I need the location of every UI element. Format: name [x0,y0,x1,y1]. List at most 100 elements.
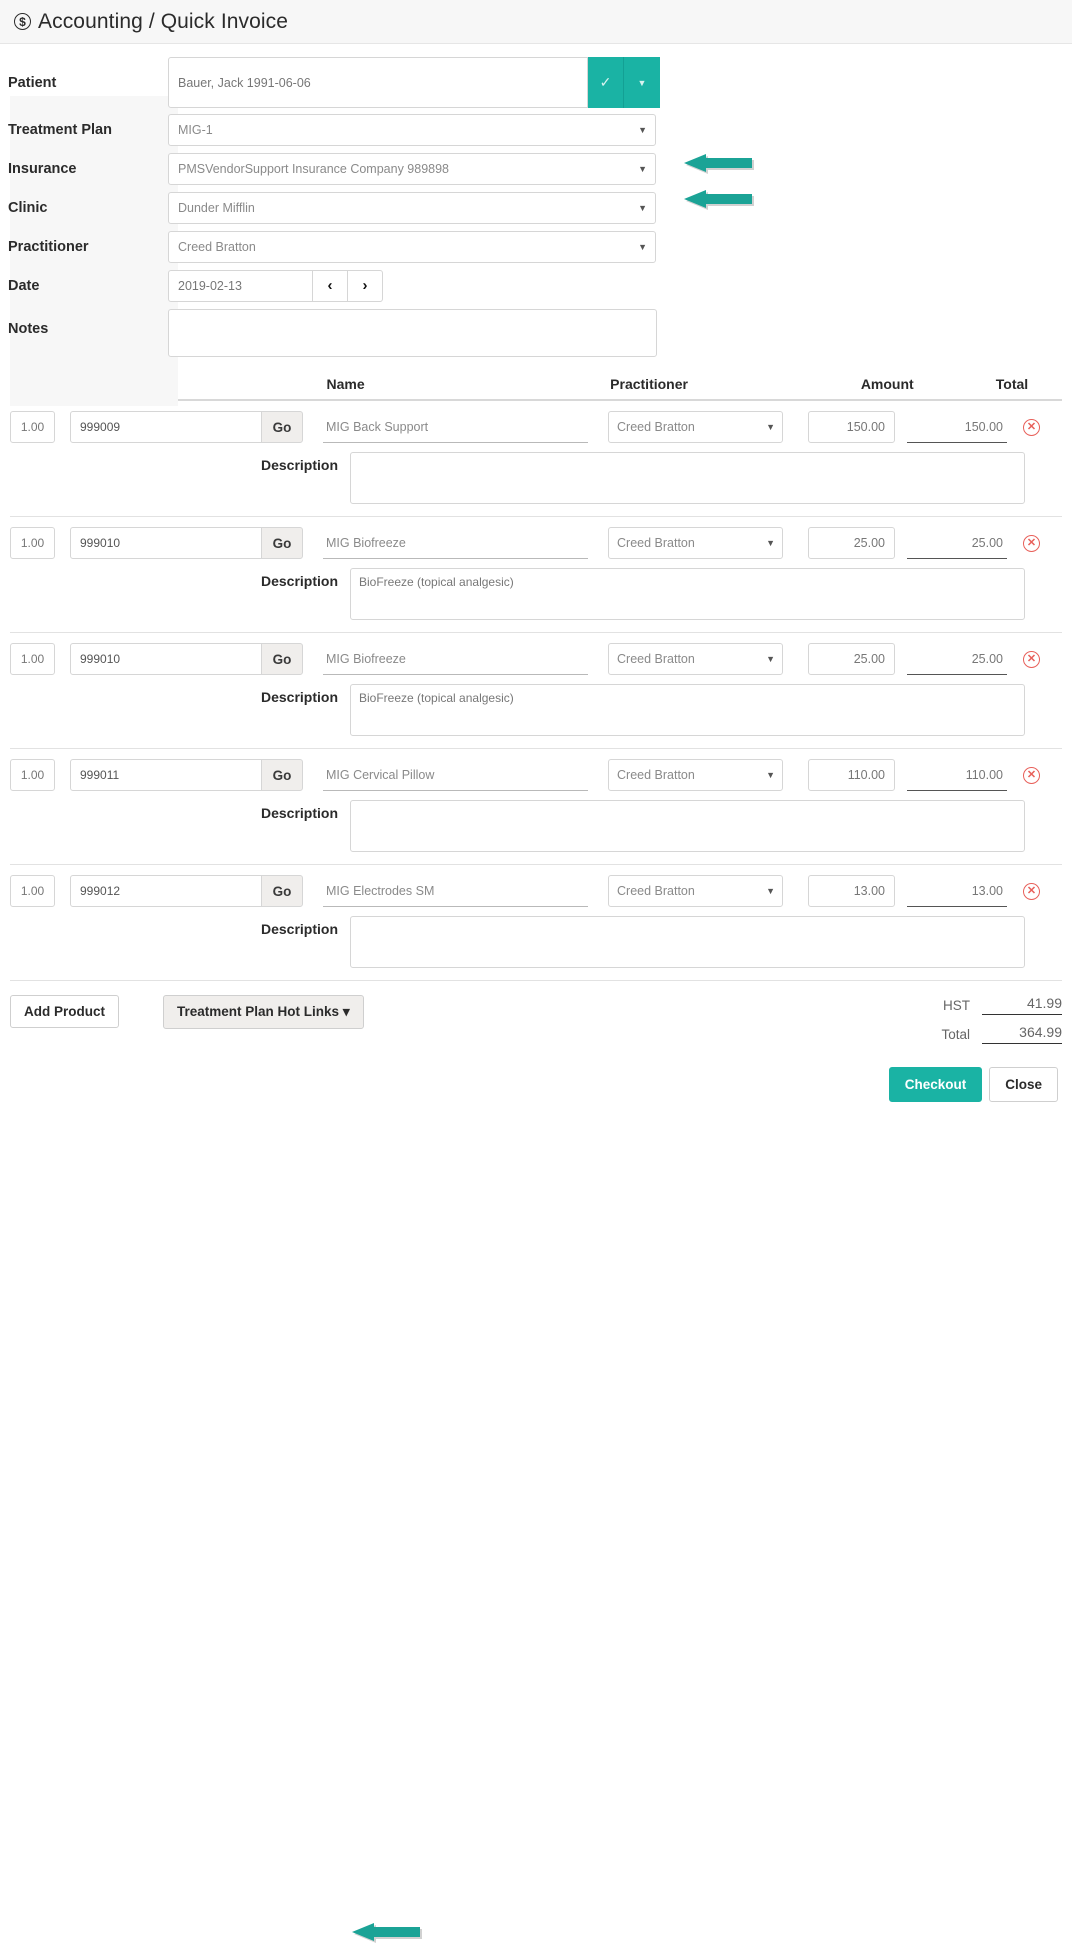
insurance-field: PMSVendorSupport Insurance Company 98989… [168,152,656,185]
row-practitioner-select[interactable]: Creed Bratton ▼ [608,527,783,559]
tax-value: 41.99 [982,995,1062,1015]
insurance-select[interactable]: PMSVendorSupport Insurance Company 98989… [168,152,656,185]
add-product-button[interactable]: Add Product [10,995,119,1028]
qty-input[interactable] [10,411,55,443]
table-row: Go Creed Bratton ▼ ✕ Description [10,865,1062,981]
item-number-group: Go [70,643,303,675]
row-total-input[interactable] [907,411,1007,443]
description-textarea[interactable] [350,452,1025,504]
table-rows-container: Go Creed Bratton ▼ ✕ Description Go Creed Brat… [10,401,1062,981]
date-prev-button[interactable]: ‹ [312,269,348,302]
item-name-input[interactable] [323,759,588,791]
patient-dropdown-button[interactable]: ▼ [624,57,660,108]
table-row: Go Creed Bratton ▼ ✕ Description [10,517,1062,633]
row-practitioner-select[interactable]: Creed Bratton ▼ [608,411,783,443]
description-line: Description [10,568,1062,620]
patient-label: Patient [8,74,57,91]
treatment-plan-hot-links-button[interactable]: Treatment Plan Hot Links ▾ [163,995,364,1029]
patient-field-group: ✓ ▼ [168,57,660,108]
delete-circle-icon[interactable]: ✕ [1023,882,1040,900]
description-textarea[interactable] [350,800,1025,852]
practitioner-select[interactable]: Creed Bratton ▼ [168,230,656,263]
item-number-input[interactable] [70,643,262,675]
description-textarea[interactable] [350,568,1025,620]
arrow-hot-links [352,1923,422,1943]
table-row: Go Creed Bratton ▼ ✕ Description [10,401,1062,517]
amount-input[interactable] [808,875,895,907]
notes-textarea[interactable] [168,309,657,357]
chevron-down-icon: ▼ [766,886,775,896]
description-textarea[interactable] [350,916,1025,968]
amount-input[interactable] [808,527,895,559]
form-row-clinic: Clinic Dunder Mifflin ▼ [0,190,1072,225]
item-name-input[interactable] [323,411,588,443]
go-button[interactable]: Go [261,411,303,443]
notes-label: Notes [8,321,49,337]
qty-input[interactable] [10,759,55,791]
row-total-input[interactable] [907,527,1007,559]
patient-input[interactable] [168,57,588,108]
close-button[interactable]: Close [989,1067,1058,1102]
qty-input[interactable] [10,643,55,675]
patient-confirm-button[interactable]: ✓ [588,57,624,108]
qty-input[interactable] [10,875,55,907]
table-row: Go Creed Bratton ▼ ✕ Description [10,633,1062,749]
description-line: Description [10,452,1062,504]
chevron-down-icon: ▼ [638,124,647,135]
row-practitioner-select[interactable]: Creed Bratton ▼ [608,875,783,907]
amount-input[interactable] [808,643,895,675]
date-input[interactable] [168,269,313,302]
item-name-input[interactable] [323,875,588,907]
amount-input[interactable] [808,759,895,791]
row-practitioner-select[interactable]: Creed Bratton ▼ [608,643,783,675]
go-button[interactable]: Go [261,527,303,559]
go-button[interactable]: Go [261,759,303,791]
line-item: Go Creed Bratton ▼ ✕ [10,527,1062,559]
totals-summary: HST 41.99 Total 364.99 [937,995,1062,1047]
item-number-group: Go [70,527,303,559]
qty-input[interactable] [10,527,55,559]
description-label: Description [260,457,338,473]
insurance-label: Insurance [8,160,77,177]
delete-circle-icon[interactable]: ✕ [1023,650,1040,668]
go-button[interactable]: Go [261,643,303,675]
invoice-items-table: Qty. Item # Name Practitioner Amount Tot… [0,376,1072,981]
form-row-patient: Patient ✓ ▼ [0,57,1072,108]
item-number-input[interactable] [70,875,262,907]
amount-input[interactable] [808,411,895,443]
chevron-down-icon: ▼ [638,202,647,213]
delete-circle-icon[interactable]: ✕ [1023,418,1040,436]
treatment-plan-select[interactable]: MIG-1 ▼ [168,113,656,146]
item-number-input[interactable] [70,411,262,443]
row-practitioner-select[interactable]: Creed Bratton ▼ [608,759,783,791]
item-name-input[interactable] [323,643,588,675]
clinic-select[interactable]: Dunder Mifflin ▼ [168,191,656,224]
item-name-input[interactable] [323,527,588,559]
insurance-value: PMSVendorSupport Insurance Company 98989… [178,161,450,176]
checkout-button[interactable]: Checkout [888,1067,983,1102]
line-item: Go Creed Bratton ▼ ✕ [10,759,1062,791]
tax-row: HST 41.99 [937,995,1062,1015]
caret-down-icon: ▾ [342,1004,350,1019]
description-textarea[interactable] [350,684,1025,736]
date-next-button[interactable]: › [347,269,383,302]
page-title: $ Accounting / Quick Invoice [14,10,288,34]
hot-links-label: Treatment Plan Hot Links [177,1004,340,1019]
row-total-input[interactable] [907,759,1007,791]
date-label: Date [8,277,40,294]
treatment-plan-field: MIG-1 ▼ [168,113,656,146]
delete-circle-icon[interactable]: ✕ [1023,534,1040,552]
practitioner-field: Creed Bratton ▼ [168,230,656,263]
invoice-footer: Add Product Treatment Plan Hot Links ▾ H… [0,981,1072,1943]
go-button[interactable]: Go [261,875,303,907]
page-header: $ Accounting / Quick Invoice [0,0,1072,44]
line-item: Go Creed Bratton ▼ ✕ [10,411,1062,443]
item-number-input[interactable] [70,759,262,791]
line-item: Go Creed Bratton ▼ ✕ [10,643,1062,675]
row-total-input[interactable] [907,875,1007,907]
row-total-input[interactable] [907,643,1007,675]
item-number-input[interactable] [70,527,262,559]
delete-circle-icon[interactable]: ✕ [1023,766,1040,784]
grand-total-row: Total 364.99 [937,1024,1062,1044]
row-practitioner-value: Creed Bratton [617,652,695,666]
